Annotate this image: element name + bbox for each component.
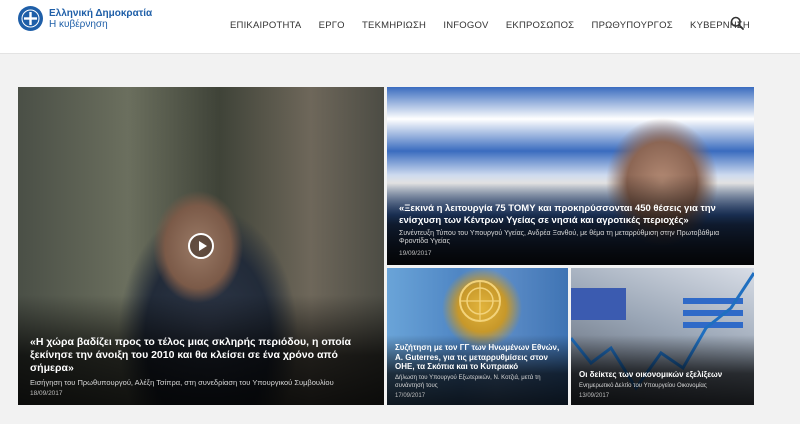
tile-date: 18/09/2017 bbox=[30, 390, 63, 397]
news-tiles: «Η χώρα βαδίζει προς το τέλος μιας σκληρ… bbox=[18, 87, 754, 405]
un-emblem-icon bbox=[459, 280, 501, 322]
nav-item-ergo[interactable]: ΕΡΓΟ bbox=[319, 20, 345, 31]
tile-subtitle: Εισήγηση του Πρωθυπουργού, Αλέξη Τσίπρα,… bbox=[30, 377, 334, 387]
nav-item-prothypourgos[interactable]: ΠΡΩΘΥΠΟΥΡΓΟΣ bbox=[592, 20, 673, 31]
nav-item-ekprosopos[interactable]: ΕΚΠΡΟΣΩΠΟΣ bbox=[506, 20, 574, 31]
site-logo[interactable]: Ελληνική Δημοκρατία Η κυβέρνηση bbox=[18, 6, 152, 31]
tile-caption: Συζήτηση με τον ΓΓ των Ηνωμένων Εθνών, A… bbox=[395, 343, 560, 399]
search-icon[interactable] bbox=[730, 16, 744, 30]
tile-caption: Οι δείκτες των οικονομικών εξελίξεων Ενη… bbox=[579, 370, 746, 399]
coat-of-arms-icon bbox=[18, 6, 43, 31]
tile-headline[interactable]: «Η χώρα βαδίζει προς το τέλος μιας σκληρ… bbox=[30, 336, 372, 374]
news-tile-health[interactable]: «Ξεκινά η λειτουργία 75 ΤΟΜΥ και προκηρύ… bbox=[387, 87, 754, 265]
nav-item-tekmiriosi[interactable]: ΤΕΚΜΗΡΙΩΣΗ bbox=[362, 20, 426, 31]
tile-subtitle: Ενημερωτικό Δελτίο του Υπουργείου Οικονο… bbox=[579, 382, 707, 389]
nav-item-infogov[interactable]: INFOGOV bbox=[443, 20, 488, 31]
tile-headline[interactable]: «Ξεκινά η λειτουργία 75 ΤΟΜΥ και προκηρύ… bbox=[399, 203, 742, 226]
tile-caption: «Ξεκινά η λειτουργία 75 ΤΟΜΥ και προκηρύ… bbox=[399, 203, 742, 257]
tile-date: 13/09/2017 bbox=[579, 393, 610, 399]
tile-subtitle: Συνέντευξη Τύπου του Υπουργού Υγείας, Αν… bbox=[399, 229, 720, 246]
tile-subtitle: Δήλωση του Υπουργού Εξωτερικών, Ν. Κοτζι… bbox=[395, 375, 541, 389]
logo-title: Ελληνική Δημοκρατία bbox=[49, 7, 153, 19]
logo-text: Ελληνική Δημοκρατία Η κυβέρνηση bbox=[49, 8, 152, 30]
tile-headline[interactable]: Οι δείκτες των οικονομικών εξελίξεων bbox=[579, 370, 746, 380]
site-header: Ελληνική Δημοκρατία Η κυβέρνηση ΕΠΙΚΑΙΡΟ… bbox=[0, 0, 800, 54]
tile-date: 17/09/2017 bbox=[395, 393, 426, 399]
news-tile-economy[interactable]: Οι δείκτες των οικονομικών εξελίξεων Ενη… bbox=[571, 268, 754, 405]
play-icon[interactable] bbox=[188, 233, 214, 259]
tile-caption: «Η χώρα βαδίζει προς το τέλος μιας σκληρ… bbox=[30, 336, 372, 397]
main-nav: ΕΠΙΚΑΙΡΟΤΗΤΑ ΕΡΓΟ ΤΕΚΜΗΡΙΩΣΗ INFOGOV ΕΚΠ… bbox=[230, 20, 750, 31]
nav-item-epikairotita[interactable]: ΕΠΙΚΑΙΡΟΤΗΤΑ bbox=[230, 20, 301, 31]
tile-headline[interactable]: Συζήτηση με τον ΓΓ των Ηνωμένων Εθνών, A… bbox=[395, 343, 560, 372]
logo-subtitle: Η κυβέρνηση bbox=[49, 18, 108, 30]
tile-date: 19/09/2017 bbox=[399, 250, 432, 257]
news-tile-main[interactable]: «Η χώρα βαδίζει προς το τέλος μιας σκληρ… bbox=[18, 87, 384, 405]
news-tile-un[interactable]: Συζήτηση με τον ΓΓ των Ηνωμένων Εθνών, A… bbox=[387, 268, 568, 405]
